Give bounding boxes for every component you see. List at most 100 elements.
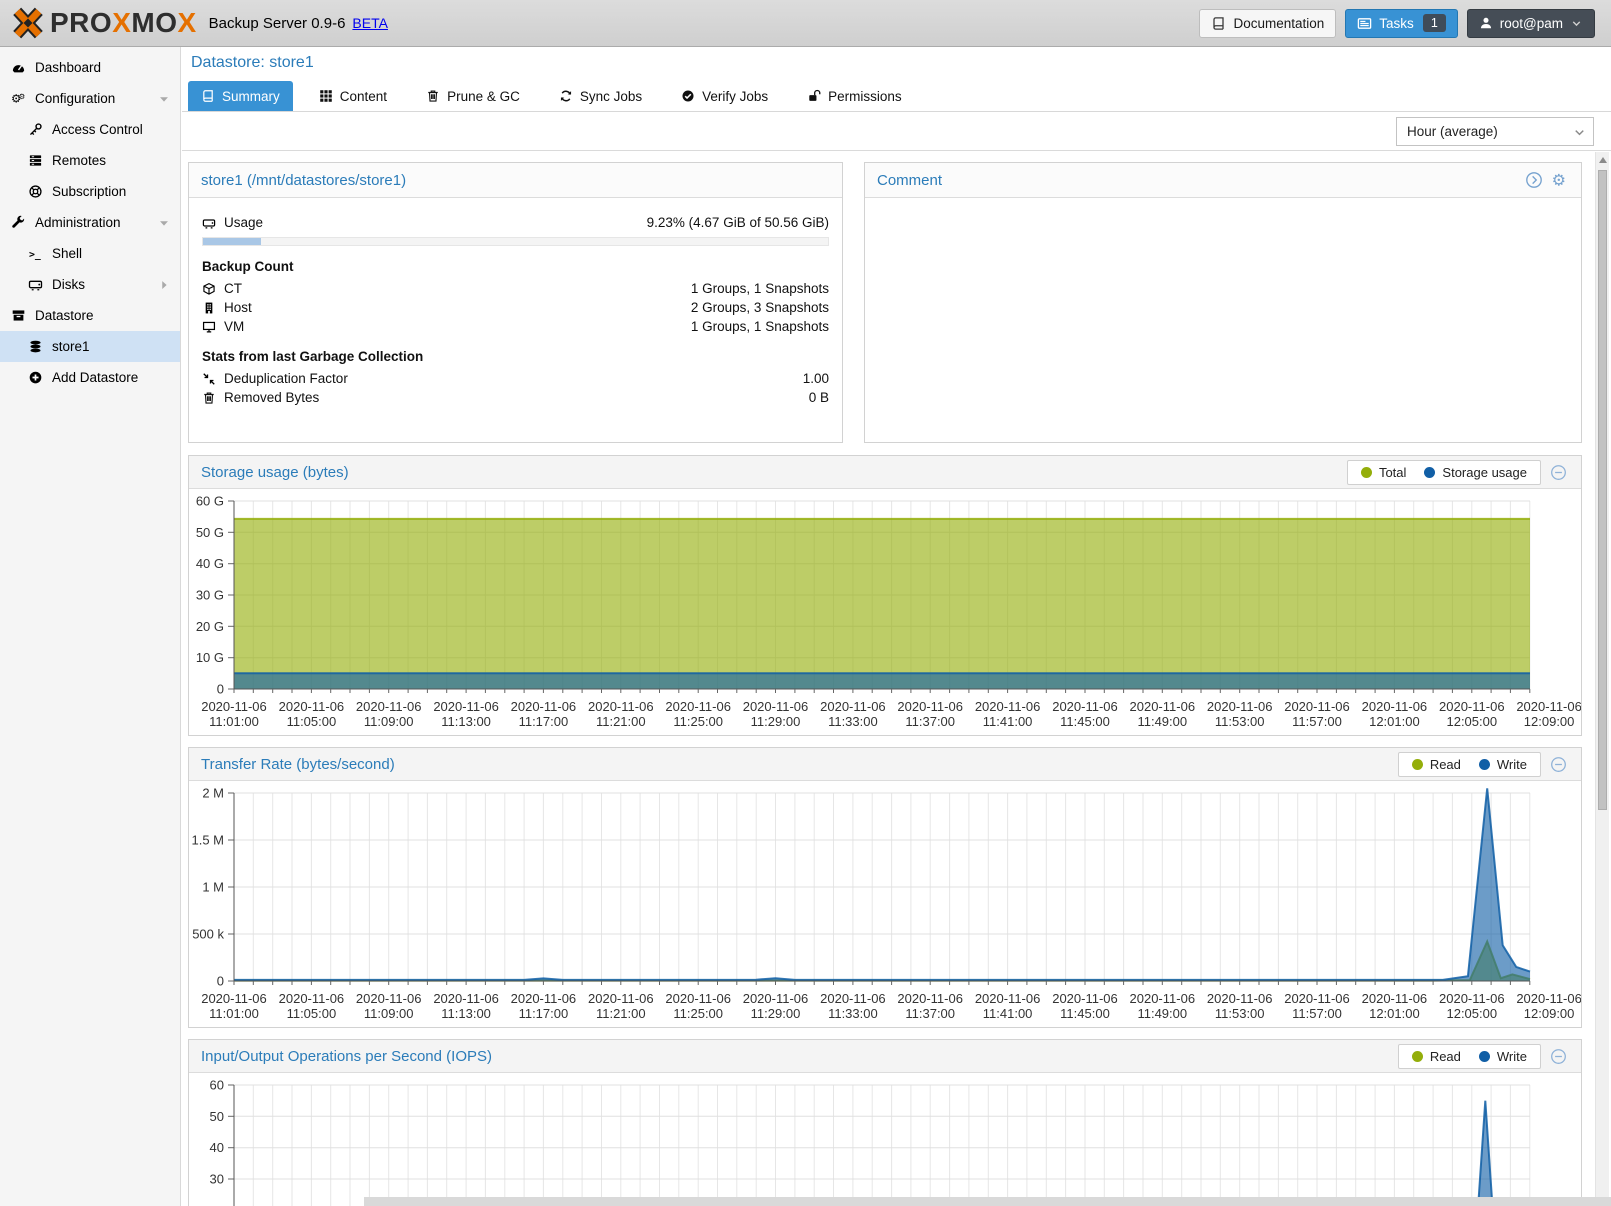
svg-text:2020-11-06: 2020-11-06	[588, 699, 654, 714]
beta-link[interactable]: BETA	[352, 15, 388, 31]
gc-stats-heading: Stats from last Garbage Collection	[202, 349, 829, 364]
svg-text:2020-11-06: 2020-11-06	[1052, 699, 1118, 714]
legend-item-write[interactable]: Write	[1479, 1049, 1527, 1064]
svg-text:2020-11-06: 2020-11-06	[743, 991, 809, 1006]
time-range-select[interactable]: Hour (average)	[1396, 117, 1594, 146]
svg-text:2020-11-06: 2020-11-06	[1439, 699, 1505, 714]
svg-text:11:53:00: 11:53:00	[1215, 1006, 1265, 1021]
stat-label: CT	[224, 281, 242, 296]
sidebar-item-add-datastore[interactable]: Add Datastore	[0, 362, 180, 393]
database-icon	[28, 339, 43, 354]
proxmox-x-icon	[10, 5, 46, 41]
legend-label: Total	[1379, 465, 1406, 480]
legend-item-read[interactable]: Read	[1412, 1049, 1461, 1064]
tasks-button[interactable]: Tasks 1	[1345, 9, 1457, 38]
svg-text:11:45:00: 11:45:00	[1060, 1006, 1110, 1021]
svg-text:11:49:00: 11:49:00	[1137, 714, 1187, 729]
svg-text:11:05:00: 11:05:00	[287, 1006, 337, 1021]
svg-text:11:49:00: 11:49:00	[1137, 1006, 1187, 1021]
svg-text:2020-11-06: 2020-11-06	[1130, 991, 1196, 1006]
gear-icon[interactable]: ⚙	[1551, 171, 1569, 189]
task-list-icon	[1357, 16, 1372, 31]
legend-dot-icon	[1479, 759, 1490, 770]
stat-value: 1 Groups, 1 Snapshots	[691, 319, 829, 334]
backup-count-heading: Backup Count	[202, 259, 829, 274]
vertical-scrollbar	[1595, 152, 1609, 1206]
svg-text:11:37:00: 11:37:00	[905, 714, 955, 729]
svg-text:2020-11-06: 2020-11-06	[1284, 991, 1350, 1006]
svg-text:⚙: ⚙	[19, 92, 26, 101]
svg-text:2020-11-06: 2020-11-06	[1052, 991, 1118, 1006]
chart-title: Storage usage (bytes)	[201, 464, 349, 481]
legend-dot-icon	[1479, 1051, 1490, 1062]
collapse-chart-icon[interactable]	[1550, 756, 1567, 773]
sidebar-item-disks[interactable]: Disks	[0, 269, 180, 300]
datastore-summary-panel: store1 (/mnt/datastores/store1) Usage 9.…	[188, 162, 843, 443]
sidebar-item-label: Dashboard	[35, 60, 101, 75]
main-content: Datastore: store1 SummaryContentPrune & …	[182, 47, 1611, 1206]
collapse-chart-icon[interactable]	[1550, 1048, 1567, 1065]
legend-item-storage-usage[interactable]: Storage usage	[1424, 465, 1527, 480]
svg-text:2020-11-06: 2020-11-06	[820, 699, 886, 714]
collapse-arrow-icon	[157, 92, 171, 106]
archive-icon	[11, 308, 26, 323]
stat-value: 2 Groups, 3 Snapshots	[691, 300, 829, 315]
tab-sync-jobs[interactable]: Sync Jobs	[546, 81, 655, 111]
sidebar-item-shell[interactable]: >_ Shell	[0, 238, 180, 269]
documentation-button[interactable]: Documentation	[1199, 9, 1336, 38]
stat-label: Deduplication Factor	[224, 371, 348, 386]
sidebar-item-access-control[interactable]: Access Control	[0, 114, 180, 145]
collapse-chart-icon[interactable]	[1550, 464, 1567, 481]
trash-icon	[202, 391, 216, 405]
svg-text:2020-11-06: 2020-11-06	[975, 991, 1041, 1006]
svg-text:40: 40	[210, 1140, 224, 1155]
tab-prune-gc[interactable]: Prune & GC	[413, 81, 533, 111]
edit-comment-icon[interactable]	[1525, 171, 1543, 189]
svg-text:2020-11-06: 2020-11-06	[1439, 991, 1505, 1006]
sidebar-item-configuration[interactable]: ⚙⚙ Configuration	[0, 83, 180, 114]
legend-item-write[interactable]: Write	[1479, 757, 1527, 772]
sidebar-item-dashboard[interactable]: Dashboard	[0, 52, 180, 83]
tab-verify-jobs[interactable]: Verify Jobs	[668, 81, 781, 111]
add-icon	[28, 370, 43, 385]
chart-legend: Read Write	[1398, 752, 1541, 777]
comment-body[interactable]	[865, 198, 1581, 443]
svg-text:2020-11-06: 2020-11-06	[1516, 699, 1581, 714]
svg-text:11:33:00: 11:33:00	[828, 714, 878, 729]
stat-row-removed-bytes: Removed Bytes 0 B	[202, 388, 829, 407]
sidebar-item-store1[interactable]: store1	[0, 331, 180, 362]
key-icon	[28, 122, 43, 137]
tab-label: Verify Jobs	[702, 89, 768, 104]
sidebar-item-datastore[interactable]: Datastore	[0, 300, 180, 331]
legend-item-total[interactable]: Total	[1361, 465, 1406, 480]
svg-text:11:29:00: 11:29:00	[751, 714, 801, 729]
legend-item-read[interactable]: Read	[1412, 757, 1461, 772]
tab-summary[interactable]: Summary	[188, 81, 293, 111]
stat-value: 0 B	[809, 390, 829, 405]
stat-label: VM	[224, 319, 244, 334]
user-menu-button[interactable]: root@pam	[1467, 9, 1595, 38]
svg-text:2020-11-06: 2020-11-06	[201, 699, 267, 714]
chart-title: Transfer Rate (bytes/second)	[201, 756, 395, 773]
sidebar-item-subscription[interactable]: Subscription	[0, 176, 180, 207]
chevron-down-icon	[1572, 125, 1587, 140]
svg-text:2020-11-06: 2020-11-06	[433, 699, 499, 714]
sync-icon	[559, 89, 573, 103]
tab-content[interactable]: Content	[306, 81, 400, 111]
svg-text:12:01:00: 12:01:00	[1369, 714, 1420, 729]
svg-text:2020-11-06: 2020-11-06	[1362, 699, 1428, 714]
iops-panel: Input/Output Operations per Second (IOPS…	[188, 1039, 1582, 1206]
sidebar-item-label: Add Datastore	[52, 370, 138, 385]
svg-text:⚙: ⚙	[1552, 173, 1566, 189]
legend-dot-icon	[1412, 759, 1423, 770]
tab-permissions[interactable]: Permissions	[794, 81, 915, 111]
expand-arrow-icon	[157, 278, 171, 292]
svg-text:1.5 M: 1.5 M	[191, 833, 224, 848]
scrollbar-thumb[interactable]	[1598, 170, 1607, 810]
svg-text:11:57:00: 11:57:00	[1292, 1006, 1342, 1021]
svg-text:>_: >_	[29, 249, 41, 260]
scroll-up-arrow[interactable]	[1596, 152, 1609, 167]
stat-row-vm: VM 1 Groups, 1 Snapshots	[202, 317, 829, 336]
sidebar-item-remotes[interactable]: Remotes	[0, 145, 180, 176]
sidebar-item-administration[interactable]: Administration	[0, 207, 180, 238]
